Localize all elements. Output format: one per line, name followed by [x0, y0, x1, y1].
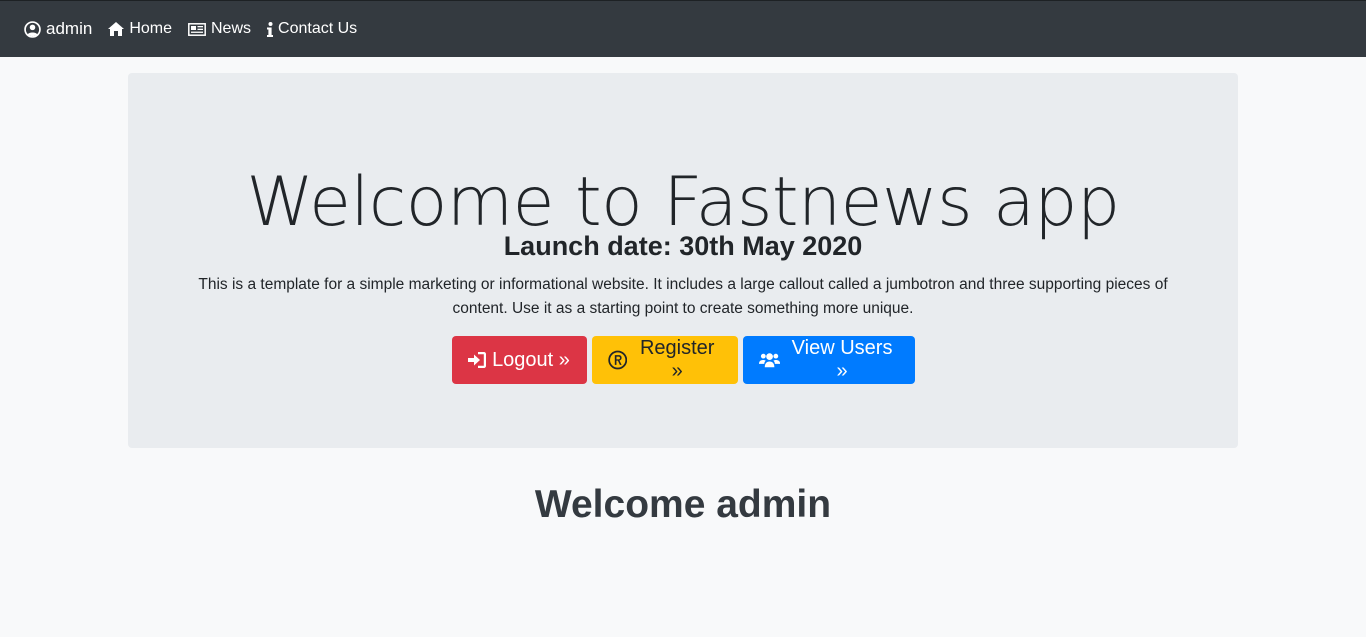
logout-button-label: Logout »: [492, 348, 570, 371]
nav-item-news[interactable]: News: [188, 20, 251, 38]
newspaper-icon: [188, 22, 206, 36]
nav-item-label: News: [211, 20, 252, 37]
view-users-button[interactable]: View Users »: [742, 336, 915, 384]
nav-item-label: Contact Us: [278, 20, 358, 37]
info-icon: [267, 21, 274, 37]
jumbotron: Welcome to Fastnews app Launch date: 30t…: [128, 73, 1238, 448]
nav-item-label: Home: [129, 20, 172, 37]
nav-item-contact-us[interactable]: Contact Us: [267, 20, 357, 38]
jumbotron-lead-text: This is a template for a simple marketin…: [198, 276, 1168, 317]
nav-brand-admin[interactable]: admin: [24, 19, 92, 39]
nav-brand-label: admin: [46, 19, 93, 38]
logout-button[interactable]: Logout »: [451, 336, 587, 384]
users-icon: [758, 353, 780, 368]
registered-icon: [607, 350, 627, 370]
top-navbar: admin Home News Contact Us: [0, 0, 1366, 57]
nav-item-home[interactable]: Home: [108, 20, 172, 38]
launch-date-subtitle: Launch date: 30th May 2020: [503, 231, 863, 261]
jumbotron-title: Welcome to Fastnews app: [246, 163, 1120, 242]
sign-in-icon: [468, 352, 487, 368]
register-button[interactable]: Register »: [591, 336, 738, 384]
jumbotron-button-row: Logout » Register » View Users »: [128, 336, 1238, 384]
register-button-label: Register »: [639, 337, 715, 382]
view-users-button-label: View Users »: [791, 337, 893, 382]
welcome-heading: Welcome admin: [534, 483, 832, 526]
user-circle-icon: [24, 20, 41, 38]
home-icon: [108, 22, 125, 36]
